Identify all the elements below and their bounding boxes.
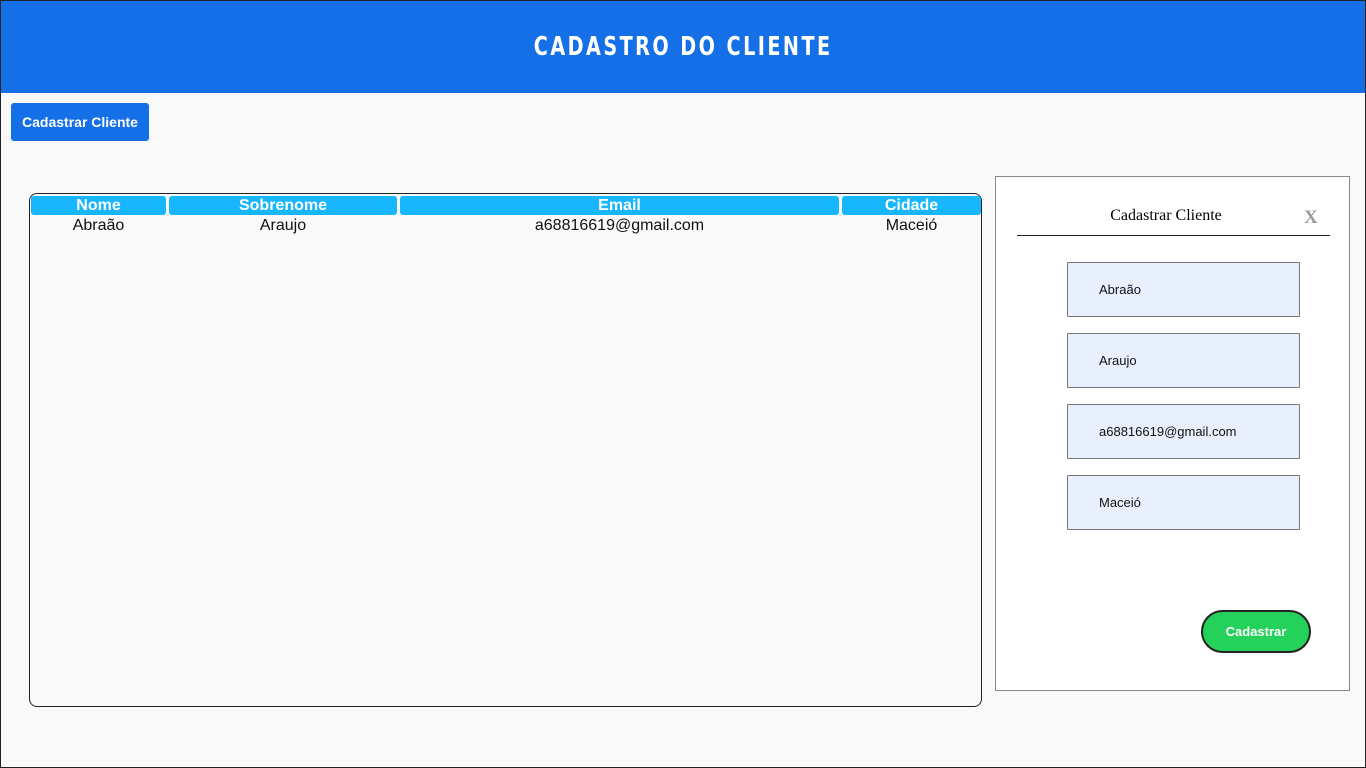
cell-sobrenome: Araujo	[259, 217, 307, 234]
column-header-nome[interactable]: Nome	[31, 196, 166, 215]
table-row[interactable]: Abraão Araujo a68816619@gmail.com Maceió	[31, 216, 981, 235]
table-header-row: Nome Sobrenome Email Cidade	[31, 196, 981, 215]
register-client-modal: Cadastrar Cliente X Cadastrar	[995, 176, 1350, 691]
close-icon[interactable]: X	[1304, 207, 1318, 229]
nome-input[interactable]	[1067, 262, 1300, 317]
cell-email: a68816619@gmail.com	[534, 217, 705, 234]
clients-table: Nome Sobrenome Email Cidade Abraão Arauj…	[29, 193, 982, 707]
column-header-email[interactable]: Email	[400, 196, 839, 215]
email-input[interactable]	[1067, 404, 1300, 459]
modal-title: Cadastrar Cliente	[1110, 207, 1222, 224]
submit-button[interactable]: Cadastrar	[1201, 610, 1311, 653]
cell-cidade: Maceió	[885, 217, 938, 234]
cidade-input[interactable]	[1067, 475, 1300, 530]
page-title: CADASTRO DO CLIENTE	[533, 32, 833, 62]
cell-nome: Abraão	[72, 217, 125, 234]
page-header: CADASTRO DO CLIENTE	[1, 1, 1365, 93]
modal-divider	[1017, 235, 1330, 236]
column-header-cidade[interactable]: Cidade	[842, 196, 981, 215]
column-header-sobrenome[interactable]: Sobrenome	[169, 196, 397, 215]
open-register-client-button[interactable]: Cadastrar Cliente	[11, 103, 149, 141]
sobrenome-input[interactable]	[1067, 333, 1300, 388]
